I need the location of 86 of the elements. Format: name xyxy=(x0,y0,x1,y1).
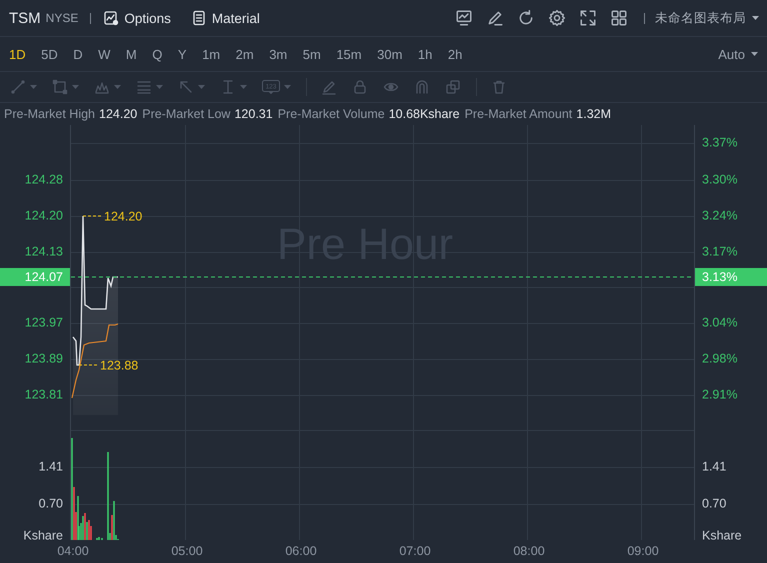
interval-tab[interactable]: 2m xyxy=(236,46,254,62)
axis-label: 123.89 xyxy=(24,352,63,366)
stat-label: Pre-Market Volume xyxy=(278,107,385,121)
axis-label: 1.41 xyxy=(38,460,63,474)
refresh-icon xyxy=(517,9,535,27)
caret-icon xyxy=(198,85,205,89)
interval-tab[interactable]: 5D xyxy=(41,46,58,62)
interval-tab[interactable]: 1D xyxy=(9,46,26,62)
caret-icon xyxy=(114,85,121,89)
pencil-icon xyxy=(486,9,504,27)
axis-label: 3.04% xyxy=(702,316,738,330)
axis-label: 124.20 xyxy=(24,208,63,224)
axis-unit-label: Kshare xyxy=(23,528,63,544)
caret-icon xyxy=(156,85,163,89)
time-label: 06:00 xyxy=(285,544,317,558)
copy-icon xyxy=(445,79,461,95)
line-tool-icon xyxy=(10,79,26,95)
trash-icon xyxy=(491,79,507,95)
options-button[interactable]: Options xyxy=(103,6,171,30)
price-marker: 124.20 xyxy=(104,210,142,224)
fullscreen-icon xyxy=(579,9,597,27)
last-change-badge: 3.13% xyxy=(695,268,767,286)
interval-tab[interactable]: Y xyxy=(178,46,187,62)
axis-label: 124.28 xyxy=(24,172,63,188)
axis-label: 123.81 xyxy=(24,388,63,402)
stat-value: 10.68Kshare xyxy=(388,107,460,121)
interval-tab[interactable]: 1h xyxy=(418,46,432,62)
arrow-icon xyxy=(178,79,194,95)
horizontal-lines-icon xyxy=(136,79,152,95)
settings-button[interactable] xyxy=(546,7,568,29)
axis-label: 123.97 xyxy=(24,316,63,330)
axis-label: 1.41 xyxy=(702,460,726,474)
time-label: 09:00 xyxy=(627,544,659,558)
caret-icon xyxy=(30,85,37,89)
axis-label: 3.17% xyxy=(702,244,738,260)
stat-label: Pre-Market High xyxy=(4,107,95,121)
time-label: 04:00 xyxy=(57,544,89,558)
scale-dropdown[interactable]: Auto xyxy=(718,46,758,62)
axis-label: 2.98% xyxy=(702,352,738,366)
stat-label: Pre-Market Amount xyxy=(464,107,572,121)
chart-document-icon xyxy=(103,10,120,26)
grid-layout-icon xyxy=(610,9,628,27)
interval-tab[interactable]: D xyxy=(73,46,83,62)
interval-tab[interactable]: 30m xyxy=(377,46,402,62)
rectangle-tool-icon xyxy=(52,79,68,95)
ticker-symbol: TSM xyxy=(9,10,41,26)
layout-dropdown[interactable]: 未命名图表布局 xyxy=(655,10,759,26)
last-price-badge: 124.07 xyxy=(0,268,70,286)
stat-label: Pre-Market Low xyxy=(142,107,230,121)
axis-label: 3.30% xyxy=(702,172,738,188)
caret-icon xyxy=(752,16,759,20)
leader-line xyxy=(78,364,100,366)
interval-tab[interactable]: 2h xyxy=(448,46,462,62)
stat-value: 124.20 xyxy=(99,107,138,121)
caret-icon xyxy=(751,52,758,56)
magnet-icon xyxy=(414,79,430,95)
axis-label: 0.70 xyxy=(38,496,63,512)
interval-tab[interactable]: W xyxy=(98,46,110,62)
exchange-label: NYSE xyxy=(46,11,78,25)
interval-tab[interactable]: M xyxy=(126,46,137,62)
time-label: 05:00 xyxy=(171,544,203,558)
document-icon xyxy=(190,10,207,26)
axis-label: 2.91% xyxy=(702,388,738,402)
axis-label: 3.24% xyxy=(702,208,738,224)
interval-tab[interactable]: Q xyxy=(152,46,162,62)
axis-label: 3.37% xyxy=(702,136,738,150)
interval-tab[interactable]: 3m xyxy=(269,46,288,62)
interval-tab[interactable]: 5m xyxy=(302,46,321,62)
lock-icon xyxy=(352,79,368,95)
price-marker: 123.88 xyxy=(100,358,138,372)
caret-icon xyxy=(240,85,247,89)
settings-icon xyxy=(548,9,566,27)
interval-tab[interactable]: 15m xyxy=(336,46,362,62)
stat-value: 120.31 xyxy=(234,107,273,121)
caret-icon xyxy=(284,85,291,89)
time-label: 07:00 xyxy=(399,544,431,558)
monitor-chart-icon xyxy=(455,9,473,27)
stat-value: 1.32M xyxy=(576,107,612,121)
material-button[interactable]: Material xyxy=(190,6,260,30)
axis-unit-label: Kshare xyxy=(702,528,742,544)
pencil-icon xyxy=(321,79,337,95)
interval-tab[interactable]: 1m xyxy=(202,46,220,62)
caret-icon xyxy=(72,85,79,89)
axis-label: 124.13 xyxy=(24,244,63,260)
axis-label: 0.70 xyxy=(702,496,726,512)
time-label: 08:00 xyxy=(513,544,545,558)
